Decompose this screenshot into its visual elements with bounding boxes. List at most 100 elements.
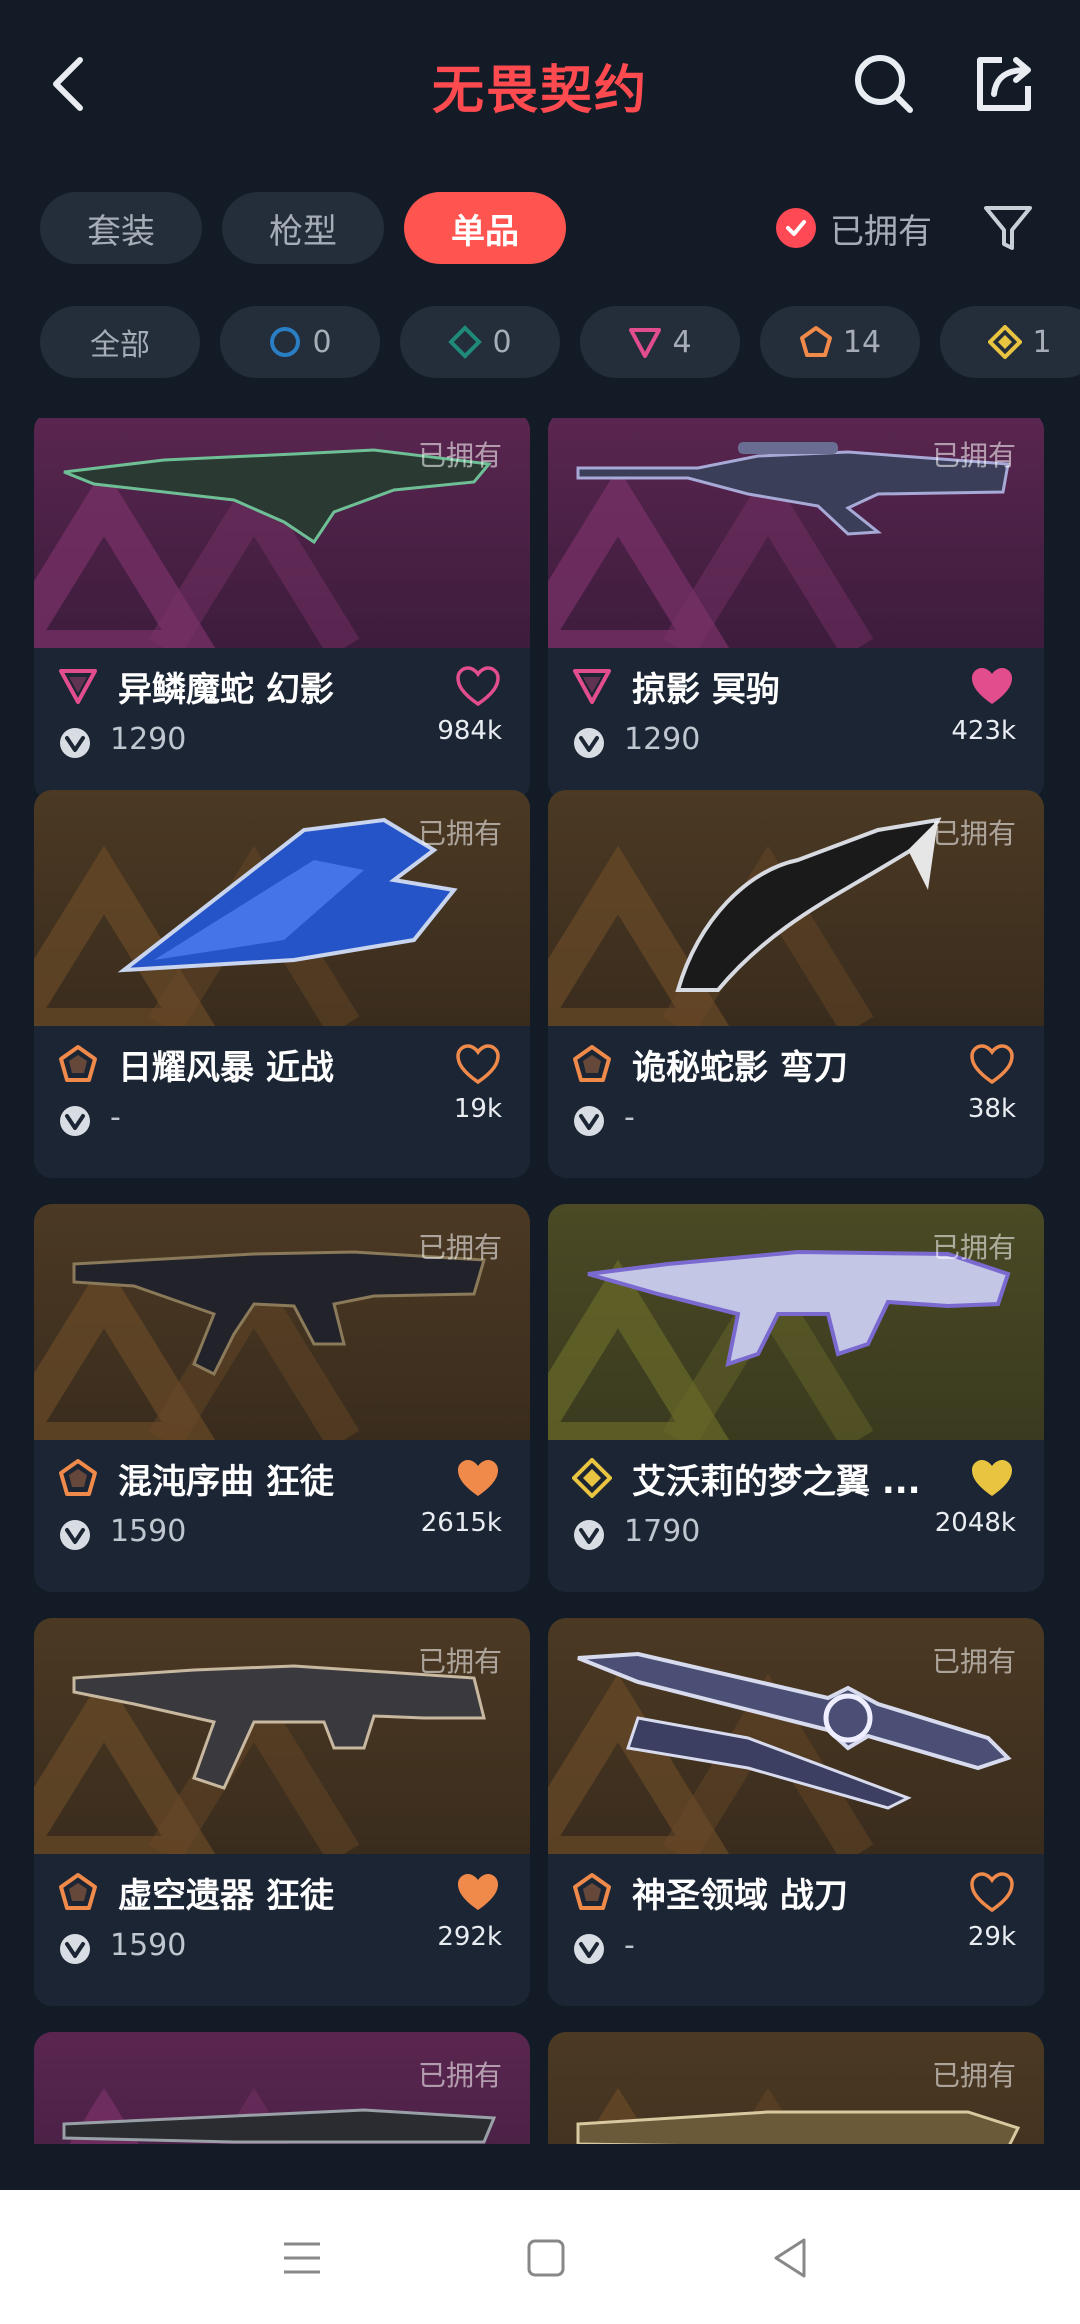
item-card[interactable]: 已拥有 掠影 冥驹 1290 423k <box>548 418 1044 800</box>
item-card[interactable]: 已拥有 <box>34 2032 530 2144</box>
owned-stamp: 已拥有 <box>931 2059 1016 2092</box>
item-price: 1290 <box>110 722 187 757</box>
item-card[interactable]: 已拥有神圣领域 战刀 - 29k <box>548 1618 1044 2006</box>
back-triangle-icon <box>774 2238 806 2278</box>
heart-icon[interactable] <box>456 1042 500 1086</box>
search-button[interactable] <box>852 52 916 116</box>
vp-currency-icon <box>60 1106 90 1136</box>
heart-icon[interactable] <box>970 664 1014 708</box>
premium-tier-icon <box>573 669 611 704</box>
owned-stamp: 已拥有 <box>931 817 1016 850</box>
tier-filter-count: 0 <box>312 324 332 360</box>
funnel-icon <box>984 206 1032 250</box>
nav-back-button[interactable] <box>764 2232 816 2284</box>
item-image: 已拥有 <box>548 790 1044 1026</box>
exclusive-tier-icon <box>59 1873 97 1910</box>
search-icon <box>855 55 913 113</box>
like-count: 19k <box>453 1094 502 1124</box>
item-name: 异鳞魔蛇 幻影 <box>118 670 334 710</box>
item-card[interactable]: 已拥有诡秘蛇影 弯刀 - 38k <box>548 790 1044 1178</box>
item-card[interactable]: 已拥有 虚空遗器 狂徒 1590 292k <box>34 1618 530 2006</box>
like-count: 984k <box>437 716 502 746</box>
owned-stamp: 已拥有 <box>417 817 502 850</box>
menu-button[interactable] <box>276 2232 328 2284</box>
owned-stamp: 已拥有 <box>931 439 1016 472</box>
page-title: 无畏契约 <box>431 61 648 121</box>
item-price: 1290 <box>624 722 701 757</box>
exclusive-tier-icon <box>573 1045 611 1082</box>
item-image: 已拥有 <box>34 790 530 1026</box>
like-count: 29k <box>967 1922 1016 1952</box>
deluxe-tier-icon <box>448 325 483 359</box>
item-name: 艾沃莉的梦之翼 ... <box>632 1462 921 1502</box>
premium-tier-icon <box>629 328 662 358</box>
item-card[interactable]: 已拥有异鳞魔蛇 幻影 1290 984k <box>34 418 530 800</box>
tier-filter-all[interactable]: 全部 <box>40 306 200 378</box>
vp-currency-icon <box>574 728 604 758</box>
filter-button[interactable] <box>980 200 1036 256</box>
item-price: 1590 <box>110 1514 187 1549</box>
item-price: - <box>624 1100 635 1135</box>
tab-weapon-types[interactable]: 枪型 <box>222 192 384 264</box>
menu-icon <box>284 2242 320 2274</box>
checkmark-icon <box>776 208 816 248</box>
item-name: 掠影 冥驹 <box>632 670 780 710</box>
tier-filter-ultra[interactable]: 1 <box>940 306 1080 378</box>
item-card[interactable]: 已拥有日耀风暴 近战 - 19k <box>34 790 530 1178</box>
system-nav-bar <box>0 2190 1080 2324</box>
category-tabs: 套装 枪型 单品 已拥有 <box>40 192 1040 264</box>
owned-stamp: 已拥有 <box>417 1645 502 1678</box>
item-grid: 已拥有 异鳞魔蛇 幻影 1290 984k 已拥有 掠影 冥驹 1290 423k 已拥有 日耀风… <box>34 418 1046 2144</box>
tab-bundles[interactable]: 套装 <box>40 192 202 264</box>
vp-currency-icon <box>574 1106 604 1136</box>
item-name: 神圣领域 战刀 <box>632 1876 848 1916</box>
item-name: 日耀风暴 近战 <box>118 1048 334 1088</box>
tab-single-items[interactable]: 单品 <box>404 192 566 264</box>
item-price: - <box>110 1100 121 1135</box>
tier-filter-count: 0 <box>492 324 512 360</box>
heart-icon[interactable] <box>456 1870 500 1914</box>
exclusive-tier-icon <box>59 1045 97 1082</box>
like-count: 292k <box>437 1922 502 1952</box>
heart-icon[interactable] <box>456 664 500 708</box>
tier-filter-select[interactable]: 0 <box>220 306 380 378</box>
share-button[interactable] <box>972 52 1036 116</box>
item-image: 已拥有 <box>548 2032 1044 2144</box>
heart-icon[interactable] <box>970 1042 1014 1086</box>
item-image: 已拥有 <box>34 1618 530 1854</box>
ultra-tier-icon <box>988 325 1023 359</box>
vp-currency-icon <box>574 1934 604 1964</box>
tier-filter-label: 全部 <box>90 328 150 363</box>
heart-icon[interactable] <box>970 1870 1014 1914</box>
item-image: 已拥有 <box>34 1204 530 1440</box>
owned-filter-toggle[interactable]: 已拥有 <box>776 200 932 256</box>
item-image: 已拥有 <box>548 418 1044 648</box>
select-tier-icon <box>270 327 301 357</box>
tier-filter-deluxe[interactable]: 0 <box>400 306 560 378</box>
tier-filter-bar: 全部 0 0 4 14 1 <box>40 306 1080 378</box>
like-count: 38k <box>967 1094 1016 1124</box>
item-name: 虚空遗器 狂徒 <box>118 1876 334 1916</box>
exclusive-tier-icon <box>59 1459 97 1496</box>
heart-icon[interactable] <box>456 1456 500 1500</box>
owned-stamp: 已拥有 <box>931 1231 1016 1264</box>
like-count: 2615k <box>420 1508 502 1538</box>
tier-filter-count: 1 <box>1032 324 1052 360</box>
like-count: 2048k <box>934 1508 1016 1538</box>
heart-icon[interactable] <box>970 1456 1014 1500</box>
item-image: 已拥有 <box>548 1618 1044 1854</box>
item-price: - <box>624 1928 635 1963</box>
app-header: 无畏契约 <box>0 0 1080 170</box>
home-button[interactable] <box>520 2232 572 2284</box>
tier-filter-exclusive[interactable]: 14 <box>760 306 920 378</box>
vp-currency-icon <box>574 1520 604 1550</box>
item-card[interactable]: 已拥有 混沌序曲 狂徒 1590 2615k <box>34 1204 530 1592</box>
tier-filter-premium[interactable]: 4 <box>580 306 740 378</box>
item-card[interactable]: 已拥有 艾沃莉的梦之翼 ... 1790 2048k <box>548 1204 1044 1592</box>
owned-filter-label: 已拥有 <box>830 211 932 252</box>
item-name: 诡秘蛇影 弯刀 <box>632 1048 848 1088</box>
item-card[interactable]: 已拥有 <box>548 2032 1044 2144</box>
item-image: 已拥有 <box>34 418 530 648</box>
item-image: 已拥有 <box>34 2032 530 2144</box>
owned-stamp: 已拥有 <box>417 439 502 472</box>
